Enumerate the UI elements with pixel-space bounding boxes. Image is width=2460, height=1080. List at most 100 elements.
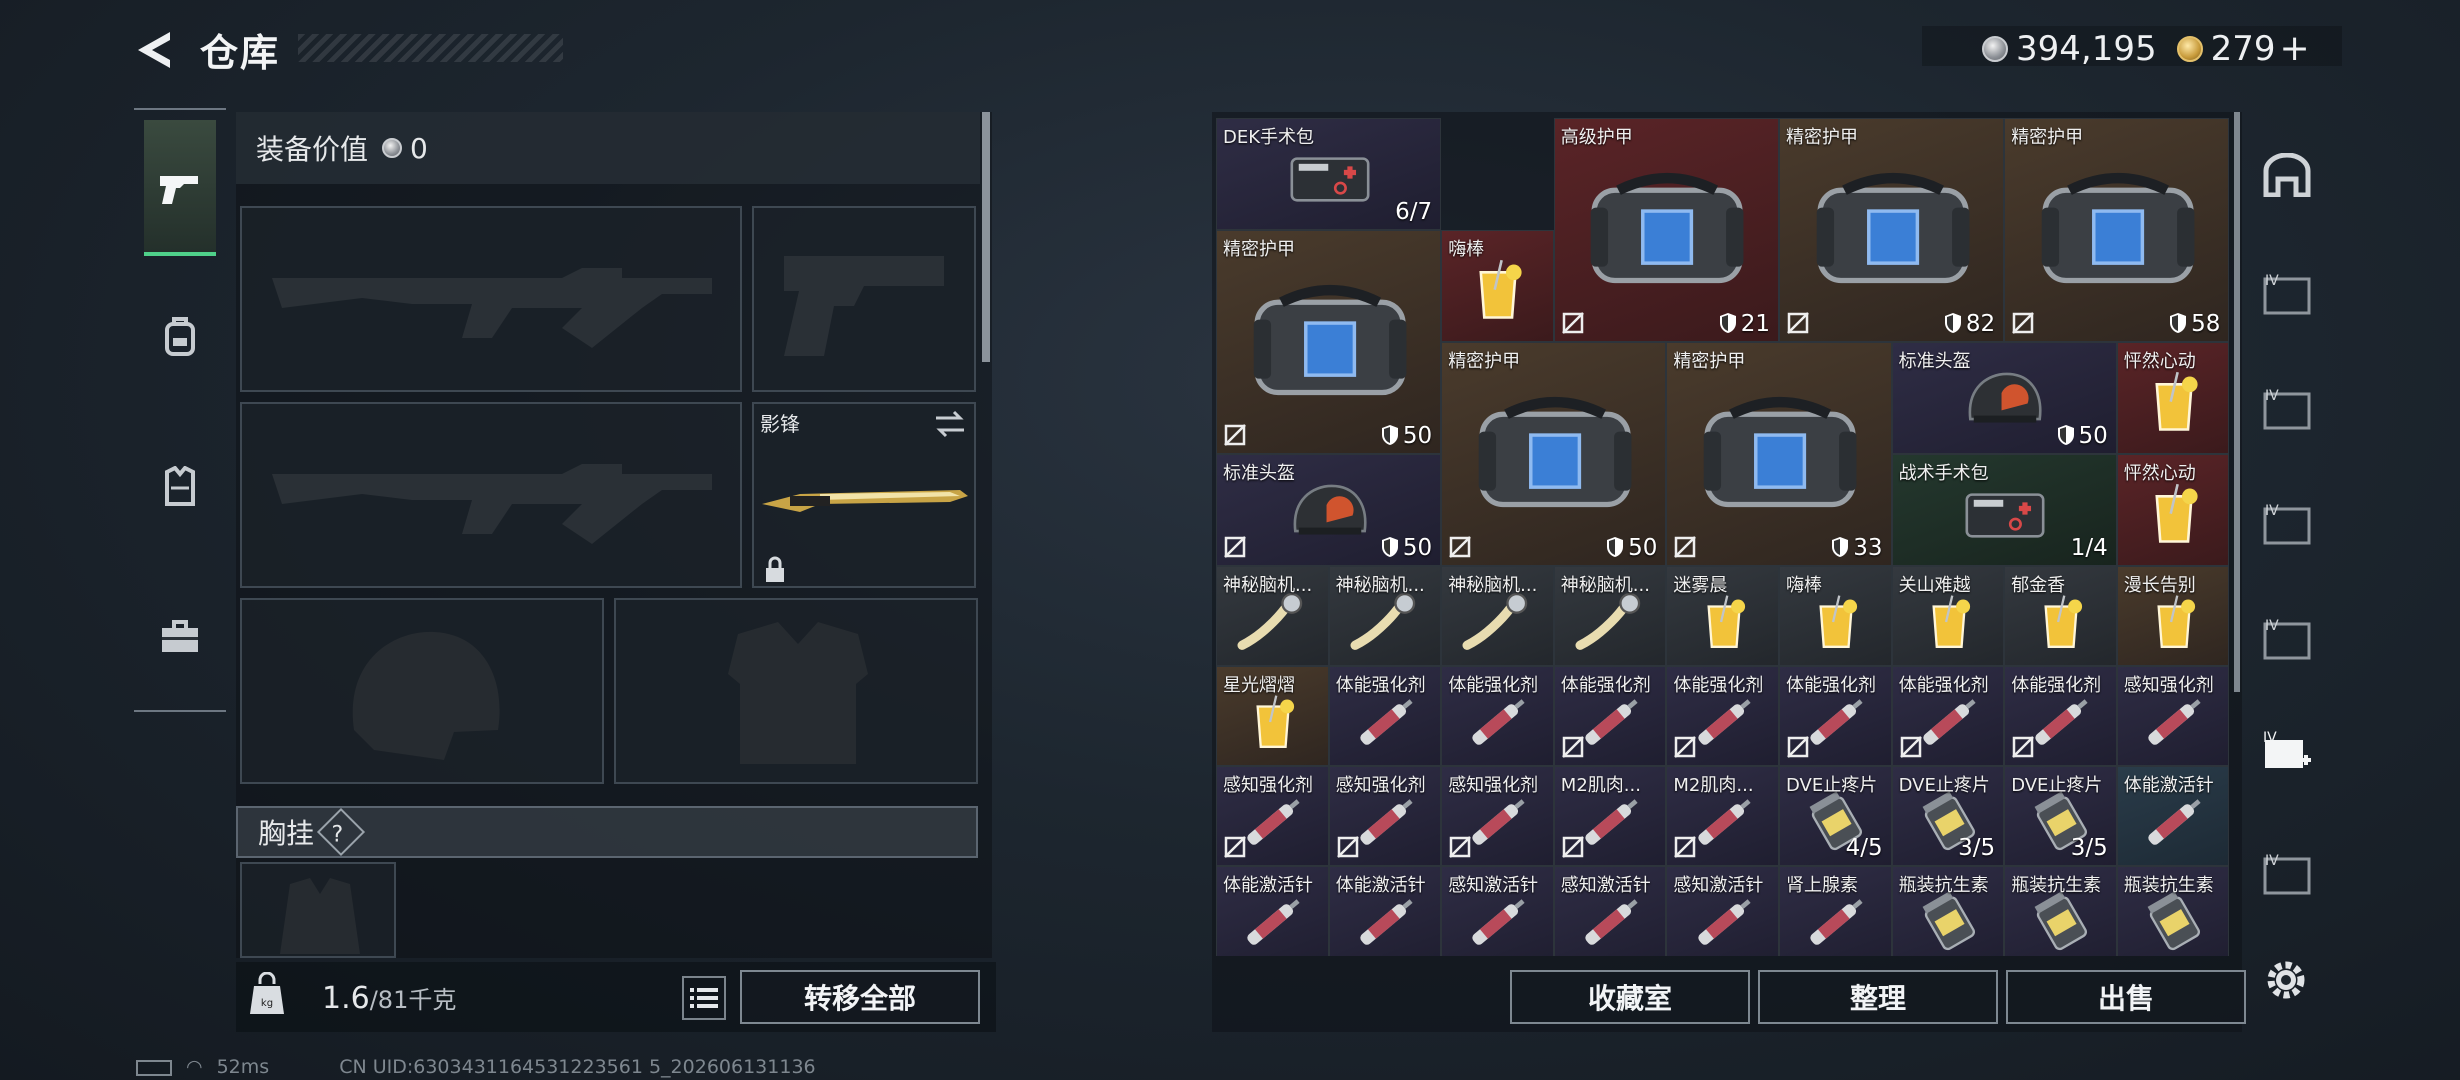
rail-item-container-1[interactable]: IV [2252, 258, 2322, 328]
rail-item-vest[interactable] [134, 440, 226, 532]
helmet-silhouette-icon [352, 631, 500, 760]
inventory-item[interactable]: 嗨棒 [1441, 230, 1554, 342]
inventory-item[interactable]: 战术手术包 1/4 [1891, 454, 2117, 566]
inventory-item[interactable]: 郁金香 [2004, 566, 2117, 666]
inventory-item[interactable]: 感知强化剂 [1328, 766, 1442, 866]
inventory-item[interactable]: 嗨棒 [1779, 566, 1892, 666]
transfer-all-button[interactable]: 转移全部 [740, 970, 980, 1024]
item-value: 4/5 [1846, 835, 1883, 861]
inventory-item[interactable]: 感知激活针 [1666, 866, 1779, 956]
item-name: 神秘脑机... [1223, 575, 1313, 596]
rail-item-container-3[interactable]: IV [2252, 488, 2322, 558]
inventory-item[interactable]: 体能激活针 [2116, 766, 2230, 866]
inventory-item[interactable]: 瓶装抗生素 [2116, 866, 2230, 956]
item-name: 精密护甲 [1786, 127, 1858, 148]
inventory-item[interactable]: 精密护甲 50 [1441, 342, 1667, 566]
item-value-text: 50 [1402, 423, 1433, 449]
inventory-item[interactable]: 关山难越 [1891, 566, 2005, 666]
inventory-item[interactable]: 肾上腺素 [1779, 866, 1892, 956]
svg-text:IV: IV [2265, 618, 2279, 634]
primary-weapon-slot[interactable] [240, 206, 742, 392]
inventory-item[interactable]: 体能强化剂 [1891, 666, 2005, 766]
primary-weapon-slot-2[interactable] [240, 402, 742, 588]
rail-item-case[interactable] [134, 590, 226, 682]
list-view-button[interactable] [682, 976, 726, 1020]
back-arrow-icon[interactable] [130, 28, 180, 72]
inventory-item[interactable]: DVE止疼片 3/5 [2004, 766, 2117, 866]
melee-weapon-slot[interactable]: 影锋 [752, 402, 976, 588]
vest-icon [165, 466, 195, 506]
inventory-item[interactable]: 神秘脑机... [1553, 566, 1667, 666]
inventory-item[interactable]: 精密护甲 33 [1666, 342, 1892, 566]
equipment-scrollbar[interactable] [982, 112, 990, 362]
inventory-item[interactable]: 星光熠熠 [1216, 666, 1329, 766]
no-sell-icon [1561, 312, 1584, 334]
inventory-item[interactable]: 精密护甲 58 [2004, 118, 2230, 342]
inventory-item[interactable]: 迷雾晨 [1666, 566, 1779, 666]
rail-item-container-5[interactable]: IV [2252, 838, 2322, 908]
inventory-item[interactable]: 标准头盔 50 [1216, 454, 1442, 566]
inventory-item[interactable]: 瓶装抗生素 [1891, 866, 2005, 956]
armor-bag-icon [1816, 173, 1969, 284]
rail-item-medical[interactable]: IV [2252, 718, 2322, 788]
item-name: 瓶装抗生素 [1898, 875, 1989, 896]
inventory-scrollbar[interactable] [2234, 112, 2240, 692]
item-name: 神秘脑机... [1335, 575, 1425, 596]
inventory-item[interactable]: M2肌肉... [1553, 766, 1667, 866]
inventory-item[interactable]: 体能强化剂 [1666, 666, 1779, 766]
inventory-item[interactable]: DEK手术包 6/7 [1216, 118, 1442, 230]
rail-item-container-4[interactable]: IV [2252, 603, 2322, 673]
inventory-item[interactable]: 精密护甲 82 [1779, 118, 2005, 342]
inventory-item[interactable]: 瓶装抗生素 [2004, 866, 2117, 956]
rail-item-stash[interactable] [2252, 140, 2322, 210]
inventory-item[interactable]: 精密护甲 50 [1216, 230, 1442, 454]
durability-shield-icon [1381, 425, 1398, 445]
inventory-item[interactable]: 体能强化剂 [1441, 666, 1554, 766]
collection-room-button[interactable]: 收藏室 [1510, 970, 1750, 1024]
inventory-item[interactable]: 神秘脑机... [1328, 566, 1442, 666]
inventory-item[interactable]: 怦然心动 [2116, 342, 2230, 454]
secondary-weapon-slot[interactable] [752, 206, 976, 392]
item-name: DVE止疼片 [1898, 775, 1990, 796]
inventory-item[interactable]: 感知激活针 [1553, 866, 1667, 956]
inventory-item[interactable]: M2肌肉... [1666, 766, 1779, 866]
sell-button[interactable]: 出售 [2006, 970, 2246, 1024]
inventory-item[interactable]: 体能激活针 [1328, 866, 1442, 956]
inventory-item[interactable]: 体能激活针 [1216, 866, 1329, 956]
sort-button[interactable]: 整理 [1758, 970, 1998, 1024]
armor-slot[interactable] [614, 598, 978, 784]
inventory-item[interactable]: 高级护甲 21 [1553, 118, 1779, 342]
first-aid-kit-icon [1965, 493, 2045, 538]
inventory-item[interactable]: 感知强化剂 [1216, 766, 1329, 866]
no-sell-icon [1787, 736, 1809, 758]
helmet-slot[interactable] [240, 598, 604, 784]
rifle-silhouette-icon [272, 464, 712, 544]
rail-item-weapons[interactable] [144, 120, 216, 256]
swap-icon[interactable] [934, 410, 966, 438]
inventory-item[interactable]: DVE止疼片 4/5 [1779, 766, 1892, 866]
silver-balance: 394,195 [2016, 28, 2157, 69]
inventory-item[interactable]: 神秘脑机... [1216, 566, 1329, 666]
chest-rig-slot[interactable] [240, 862, 396, 958]
inventory-item[interactable]: 体能强化剂 [1328, 666, 1442, 766]
help-icon[interactable]: ? [316, 807, 366, 857]
item-name: 感知强化剂 [1223, 775, 1313, 796]
inventory-item[interactable]: 感知强化剂 [1441, 766, 1554, 866]
inventory-item[interactable]: 标准头盔 50 [1891, 342, 2117, 454]
item-name: 嗨棒 [1786, 575, 1822, 596]
settings-gear-icon[interactable] [2262, 956, 2310, 1004]
inventory-item[interactable]: 漫长告别 [2116, 566, 2230, 666]
inventory-item[interactable]: 体能强化剂 [1779, 666, 1892, 766]
inventory-item[interactable]: 怦然心动 [2116, 454, 2230, 566]
pill-bottle-icon [1922, 891, 1975, 951]
inventory-item[interactable]: 感知激活针 [1441, 866, 1554, 956]
item-name: 高级护甲 [1560, 127, 1633, 148]
inventory-item[interactable]: DVE止疼片 3/5 [1891, 766, 2005, 866]
inventory-item[interactable]: 神秘脑机... [1441, 566, 1554, 666]
inventory-item[interactable]: 体能强化剂 [1553, 666, 1667, 766]
inventory-item[interactable]: 感知强化剂 [2116, 666, 2230, 766]
rail-item-container-2[interactable]: IV [2252, 373, 2322, 443]
rail-item-backpack[interactable] [134, 290, 226, 382]
add-currency-button[interactable]: + [2280, 28, 2310, 69]
inventory-item[interactable]: 体能强化剂 [2004, 666, 2117, 766]
